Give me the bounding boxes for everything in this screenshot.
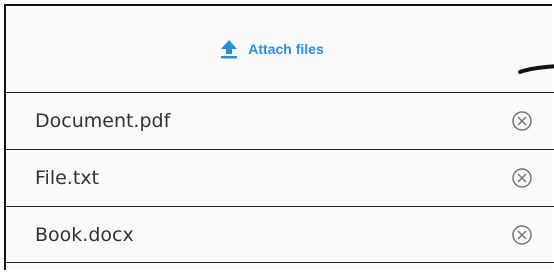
file-name: Document.pdf [35, 110, 171, 132]
pen-stroke-mark [518, 64, 554, 74]
file-name: Book.docx [35, 223, 134, 246]
upload-icon [220, 39, 238, 59]
file-name: File.txt [35, 167, 99, 189]
remove-circle-x-icon[interactable] [510, 109, 534, 133]
attachment-panel: Attach files Document.pdf File.txt Book.… [4, 4, 554, 270]
file-row-file: File.txt [6, 149, 554, 206]
attach-bar: Attach files [6, 6, 554, 92]
attach-files-button[interactable]: Attach files [220, 39, 324, 59]
file-list: Document.pdf File.txt Book.docx [6, 92, 554, 263]
remove-circle-x-icon[interactable] [510, 166, 534, 190]
file-row-document: Document.pdf [6, 92, 554, 149]
file-row-book: Book.docx [6, 206, 554, 263]
remove-circle-x-icon[interactable] [510, 223, 534, 247]
attach-files-label: Attach files [248, 41, 324, 57]
